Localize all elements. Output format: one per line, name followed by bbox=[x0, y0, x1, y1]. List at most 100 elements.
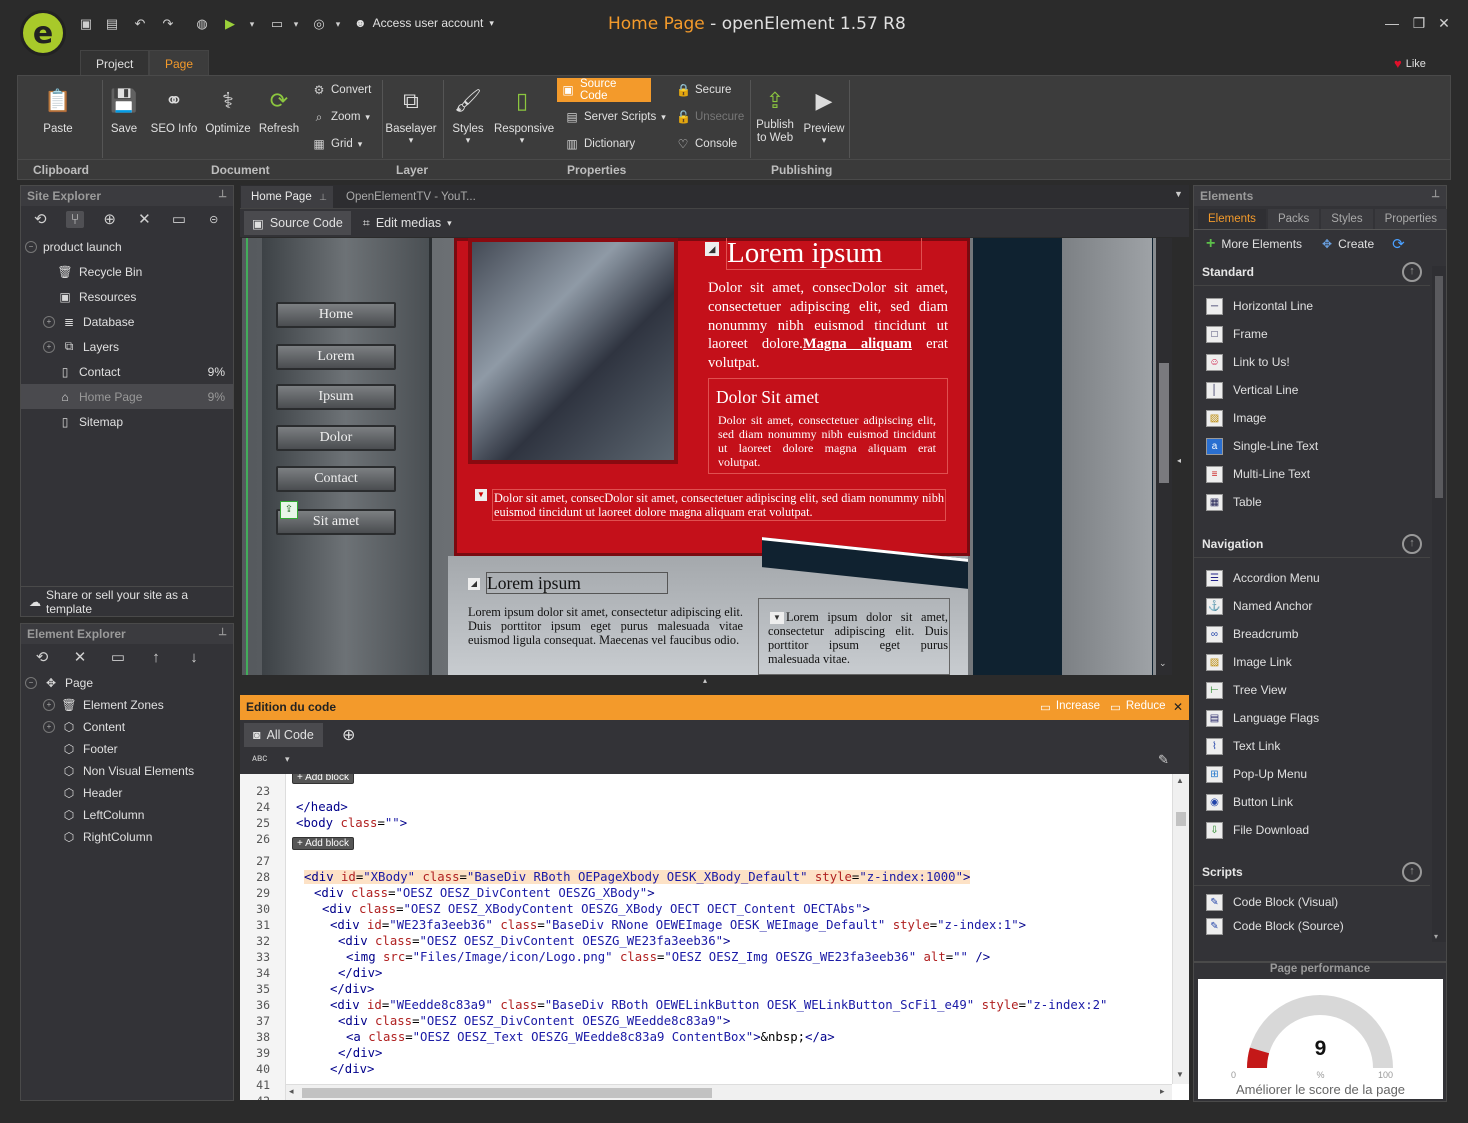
design-canvas[interactable]: Home Lorem Ipsum Dolor Contact Sit amet … bbox=[242, 238, 1172, 675]
element-frame[interactable]: □ Frame bbox=[1194, 320, 1430, 348]
tree-item-element-zones[interactable]: + 🗑 Element Zones bbox=[21, 694, 233, 716]
element-named-anchor[interactable]: ⚓ Named Anchor bbox=[1194, 592, 1430, 620]
tree-item-sitemap[interactable]: ▯ Sitemap bbox=[21, 409, 233, 434]
sync-icon[interactable]: ⟲ bbox=[31, 210, 50, 228]
grid-button[interactable]: ▦ Grid ▾ bbox=[308, 133, 366, 155]
edit-medias-button[interactable]: ⌗ Edit medias ▾ bbox=[355, 211, 460, 235]
tree-item-home-page[interactable]: ⌂ Home Page 9% bbox=[21, 384, 233, 409]
tab-packs[interactable]: Packs bbox=[1267, 209, 1320, 229]
sync-icon[interactable]: ⟲ bbox=[31, 648, 53, 666]
pin-icon[interactable]: ⊥ bbox=[218, 189, 227, 203]
expand-icon[interactable]: + bbox=[43, 315, 55, 328]
rename-icon[interactable]: ▭ bbox=[107, 648, 129, 666]
scroll-down-icon[interactable]: ⌄ bbox=[1159, 658, 1167, 669]
zoom-button[interactable]: ⌕ Zoom ▾ bbox=[308, 106, 374, 128]
convert-button[interactable]: ⚙ Convert bbox=[308, 79, 375, 101]
secure-button[interactable]: 🔒 Secure bbox=[672, 79, 735, 101]
collapse-left-icon[interactable]: ◂ bbox=[1177, 456, 1181, 465]
refresh-button[interactable]: ⟳ Refresh bbox=[251, 85, 307, 135]
element-code-block-visual[interactable]: ✎ Code Block (Visual) bbox=[1194, 890, 1430, 914]
elements-scrollbar[interactable]: ▾ bbox=[1432, 266, 1446, 942]
redo-icon[interactable]: ↷ bbox=[159, 15, 177, 33]
delete-icon[interactable]: ✕ bbox=[135, 210, 154, 228]
increase-button[interactable]: ▭ Increase bbox=[1040, 700, 1100, 714]
add-block-button[interactable]: + Add block bbox=[292, 774, 354, 784]
restore-icon[interactable]: ❐ bbox=[1407, 12, 1431, 34]
scrollbar-thumb[interactable] bbox=[302, 1088, 712, 1098]
category-standard[interactable]: Standard ↑ bbox=[1194, 258, 1430, 286]
styles-button[interactable]: 🖌 Styles ▾ bbox=[440, 85, 496, 146]
baselayer-button[interactable]: ⧉ Baselayer ▾ bbox=[383, 85, 439, 146]
pin-icon[interactable]: ⊥ bbox=[1431, 189, 1440, 203]
collapse-up-icon[interactable]: ▴ bbox=[703, 676, 707, 685]
dropdown-icon[interactable]: ▼ bbox=[475, 489, 487, 501]
arrow-down-icon[interactable]: ↓ bbox=[183, 649, 205, 666]
sub-paragraph[interactable]: Dolor sit amet, consectetuer adipiscing … bbox=[718, 413, 936, 469]
source-code-toggle[interactable]: ▣ Source Code bbox=[244, 211, 351, 235]
element-table[interactable]: ▦ Table bbox=[1194, 488, 1430, 516]
tree-item-contact[interactable]: ▯ Contact 9% bbox=[21, 359, 233, 384]
spellcheck-icon[interactable]: ᴀʙᴄ bbox=[252, 753, 267, 764]
expand-icon[interactable]: − bbox=[25, 240, 37, 253]
chevron-down-icon[interactable]: ▾ bbox=[243, 15, 261, 33]
scroll-left-icon[interactable]: ◂ bbox=[289, 1086, 294, 1097]
code-hscrollbar[interactable]: ◂ ▸ bbox=[286, 1084, 1172, 1100]
branch-icon[interactable]: ⑂ bbox=[65, 210, 85, 228]
tree-item-header[interactable]: ⬡ Header bbox=[21, 782, 233, 804]
bottom-paragraph[interactable]: Lorem ipsum dolor sit amet, consectetur … bbox=[468, 605, 743, 647]
minimize-icon[interactable]: — bbox=[1380, 12, 1404, 34]
tree-item-non-visual[interactable]: ⬡ Non Visual Elements bbox=[21, 760, 233, 782]
resize-handle-icon[interactable]: ◢ bbox=[468, 578, 480, 590]
responsive-button[interactable]: ▯ Responsive ▾ bbox=[494, 85, 554, 146]
more-elements-button[interactable]: More Elements bbox=[1221, 237, 1302, 251]
collapse-icon[interactable]: ↑ bbox=[1402, 533, 1422, 554]
bottom-heading[interactable]: Lorem ipsum bbox=[486, 572, 668, 594]
tree-item-right-column[interactable]: ⬡ RightColumn bbox=[21, 826, 233, 848]
tab-styles[interactable]: Styles bbox=[1321, 209, 1373, 229]
element-vertical-line[interactable]: │ Vertical Line bbox=[1194, 376, 1430, 404]
element-text-link[interactable]: ⌇ Text Link bbox=[1194, 732, 1430, 760]
puzzle-icon[interactable]: ✥ bbox=[1322, 237, 1332, 251]
console-button[interactable]: ♡ Console bbox=[672, 133, 741, 155]
globe-icon[interactable]: ◍ bbox=[193, 15, 211, 33]
canvas-menu-lorem[interactable]: Lorem bbox=[276, 344, 396, 370]
expand-icon[interactable]: + bbox=[43, 340, 55, 353]
close-icon[interactable]: ✕ bbox=[1173, 700, 1183, 714]
element-breadcrumb[interactable]: ∞ Breadcrumb bbox=[1194, 620, 1430, 648]
scroll-down-icon[interactable]: ▾ bbox=[1434, 932, 1438, 941]
element-image[interactable]: ▨ Image bbox=[1194, 404, 1430, 432]
tab-properties[interactable]: Properties bbox=[1374, 209, 1448, 229]
tree-item-layers[interactable]: + ⧉ Layers bbox=[21, 334, 233, 359]
server-scripts-button[interactable]: ▤ Server Scripts ▾ bbox=[561, 106, 670, 128]
code-editor[interactable]: + Add block 23 24 25 26 27 28 29 30 31 3… bbox=[240, 774, 1189, 1100]
doc-tab-home-page[interactable]: Home Page ⊥ bbox=[241, 186, 333, 208]
save-icon[interactable]: ▣ bbox=[77, 15, 95, 33]
scroll-up-icon[interactable]: ▲ bbox=[1176, 776, 1184, 785]
seo-info-button[interactable]: ⚭ SEO Info bbox=[146, 85, 202, 135]
element-multi-line-text[interactable]: ≡ Multi-Line Text bbox=[1194, 460, 1430, 488]
save-all-icon[interactable]: ▤ bbox=[103, 15, 121, 33]
scroll-right-icon[interactable]: ▸ bbox=[1160, 1086, 1165, 1097]
performance-caption[interactable]: Améliorer le score de la page bbox=[1198, 1082, 1443, 1097]
scroll-down-icon[interactable]: ▼ bbox=[1176, 1070, 1184, 1079]
chevron-down-icon[interactable]: ▾ bbox=[329, 15, 347, 33]
scrollbar-thumb[interactable] bbox=[1435, 276, 1443, 498]
expand-icon[interactable]: − bbox=[25, 677, 37, 689]
pin-icon[interactable]: ⊥ bbox=[319, 186, 327, 208]
app-logo[interactable]: e bbox=[20, 10, 66, 56]
all-code-tab[interactable]: ◙ All Code bbox=[244, 723, 323, 747]
play-icon[interactable]: ▶ bbox=[221, 15, 239, 33]
account-menu[interactable]: ☻ Access user account ▾ bbox=[354, 16, 494, 30]
element-horizontal-line[interactable]: ─ Horizontal Line bbox=[1194, 292, 1430, 320]
canvas-menu-home[interactable]: Home bbox=[276, 302, 396, 328]
screen-icon[interactable]: ▭ bbox=[268, 15, 286, 33]
add-icon[interactable]: ⊕ bbox=[100, 210, 119, 228]
tree-item-content[interactable]: + ⬡ Content bbox=[21, 716, 233, 738]
tree-item-recycle-bin[interactable]: 🗑 Recycle Bin bbox=[21, 259, 233, 284]
resize-handle-icon[interactable]: ◢ bbox=[705, 242, 719, 256]
dictionary-button[interactable]: ▥ Dictionary bbox=[561, 133, 639, 155]
element-single-line-text[interactable]: a Single-Line Text bbox=[1194, 432, 1430, 460]
element-file-download[interactable]: ⇩ File Download bbox=[1194, 816, 1430, 844]
element-button-link[interactable]: ◉ Button Link bbox=[1194, 788, 1430, 816]
source-code-button[interactable]: ▣ Source Code bbox=[557, 78, 651, 102]
